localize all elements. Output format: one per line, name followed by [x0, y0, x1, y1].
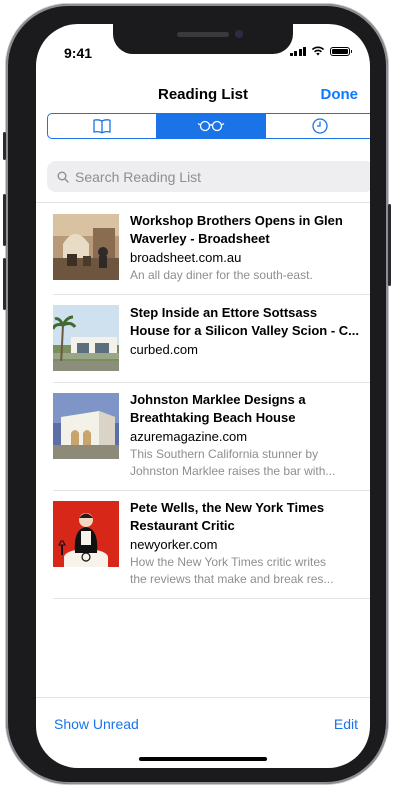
- item-title-line: Johnston Marklee Designs a: [130, 392, 306, 407]
- phone-frame: 9:41 Reading List Done Search Reading Li…: [3, 4, 391, 784]
- list-item[interactable]: Workshop Brothers Opens in Glen Waverley…: [36, 202, 370, 294]
- item-title-line: Restaurant Critic: [130, 518, 235, 533]
- tab-history[interactable]: [266, 114, 370, 138]
- item-domain: broadsheet.com.au: [130, 250, 242, 265]
- edit-button[interactable]: Edit: [334, 716, 358, 732]
- item-text: Pete Wells, the New York Times Restauran…: [130, 499, 364, 588]
- show-unread-button[interactable]: Show Unread: [54, 716, 139, 732]
- item-description: the reviews that make and break res...: [130, 572, 334, 586]
- item-description: How the New York Times critic writes: [130, 555, 327, 569]
- item-title-line: Workshop Brothers Opens in Glen: [130, 213, 343, 228]
- search-icon: [57, 171, 69, 183]
- item-text: Johnston Marklee Designs a Breathtaking …: [130, 391, 364, 480]
- home-indicator[interactable]: [139, 757, 267, 761]
- search-field[interactable]: Search Reading List: [47, 161, 370, 192]
- segmented-control: [47, 113, 370, 139]
- item-domain: curbed.com: [130, 342, 198, 357]
- item-description: An all day diner for the south-east.: [130, 268, 313, 282]
- item-title-line: Waverley - Broadsheet: [130, 231, 270, 246]
- reading-list-glasses-icon: [197, 120, 225, 132]
- battery-icon: [330, 47, 352, 56]
- list-item[interactable]: Pete Wells, the New York Times Restauran…: [36, 490, 370, 598]
- article-thumbnail: [53, 501, 119, 567]
- list-item[interactable]: Step Inside an Ettore Sottsass House for…: [36, 294, 370, 382]
- speaker-grille: [177, 32, 229, 37]
- row-divider: [53, 598, 370, 599]
- item-description: Johnston Marklee raises the bar with...: [130, 464, 336, 478]
- item-description: This Southern California stunner by: [130, 447, 319, 461]
- screen: 9:41 Reading List Done Search Reading Li…: [36, 24, 370, 768]
- done-button[interactable]: Done: [321, 86, 359, 103]
- cellular-signal-icon: [289, 47, 306, 56]
- toolbar-divider: [36, 697, 370, 698]
- search-placeholder: Search Reading List: [75, 168, 202, 185]
- history-clock-icon: [312, 118, 328, 134]
- item-title-line: Pete Wells, the New York Times: [130, 500, 325, 515]
- volume-down-button: [3, 258, 6, 310]
- item-title-line: Breathtaking Beach House: [130, 410, 296, 425]
- wifi-icon: [311, 46, 325, 56]
- item-text: Workshop Brothers Opens in Glen Waverley…: [130, 212, 364, 284]
- status-time: 9:41: [64, 45, 93, 61]
- volume-up-button: [3, 194, 6, 246]
- item-title-line: Step Inside an Ettore Sottsass: [130, 305, 318, 320]
- article-thumbnail: [53, 305, 119, 371]
- status-icons: [289, 46, 352, 56]
- list-item[interactable]: Johnston Marklee Designs a Breathtaking …: [36, 382, 370, 490]
- bookmarks-icon: [93, 119, 111, 134]
- article-thumbnail: [53, 393, 119, 459]
- tab-reading-list[interactable]: [157, 114, 266, 138]
- front-camera: [235, 30, 243, 38]
- article-thumbnail: [53, 214, 119, 280]
- mute-switch: [3, 132, 6, 160]
- item-domain: azuremagazine.com: [130, 429, 248, 444]
- notch: [113, 24, 293, 54]
- side-button: [388, 204, 391, 286]
- item-domain: newyorker.com: [130, 537, 218, 552]
- tab-bookmarks[interactable]: [48, 114, 157, 138]
- item-title-line: House for a Silicon Valley Scion - C...: [130, 323, 360, 338]
- item-text: Step Inside an Ettore Sottsass House for…: [130, 304, 364, 359]
